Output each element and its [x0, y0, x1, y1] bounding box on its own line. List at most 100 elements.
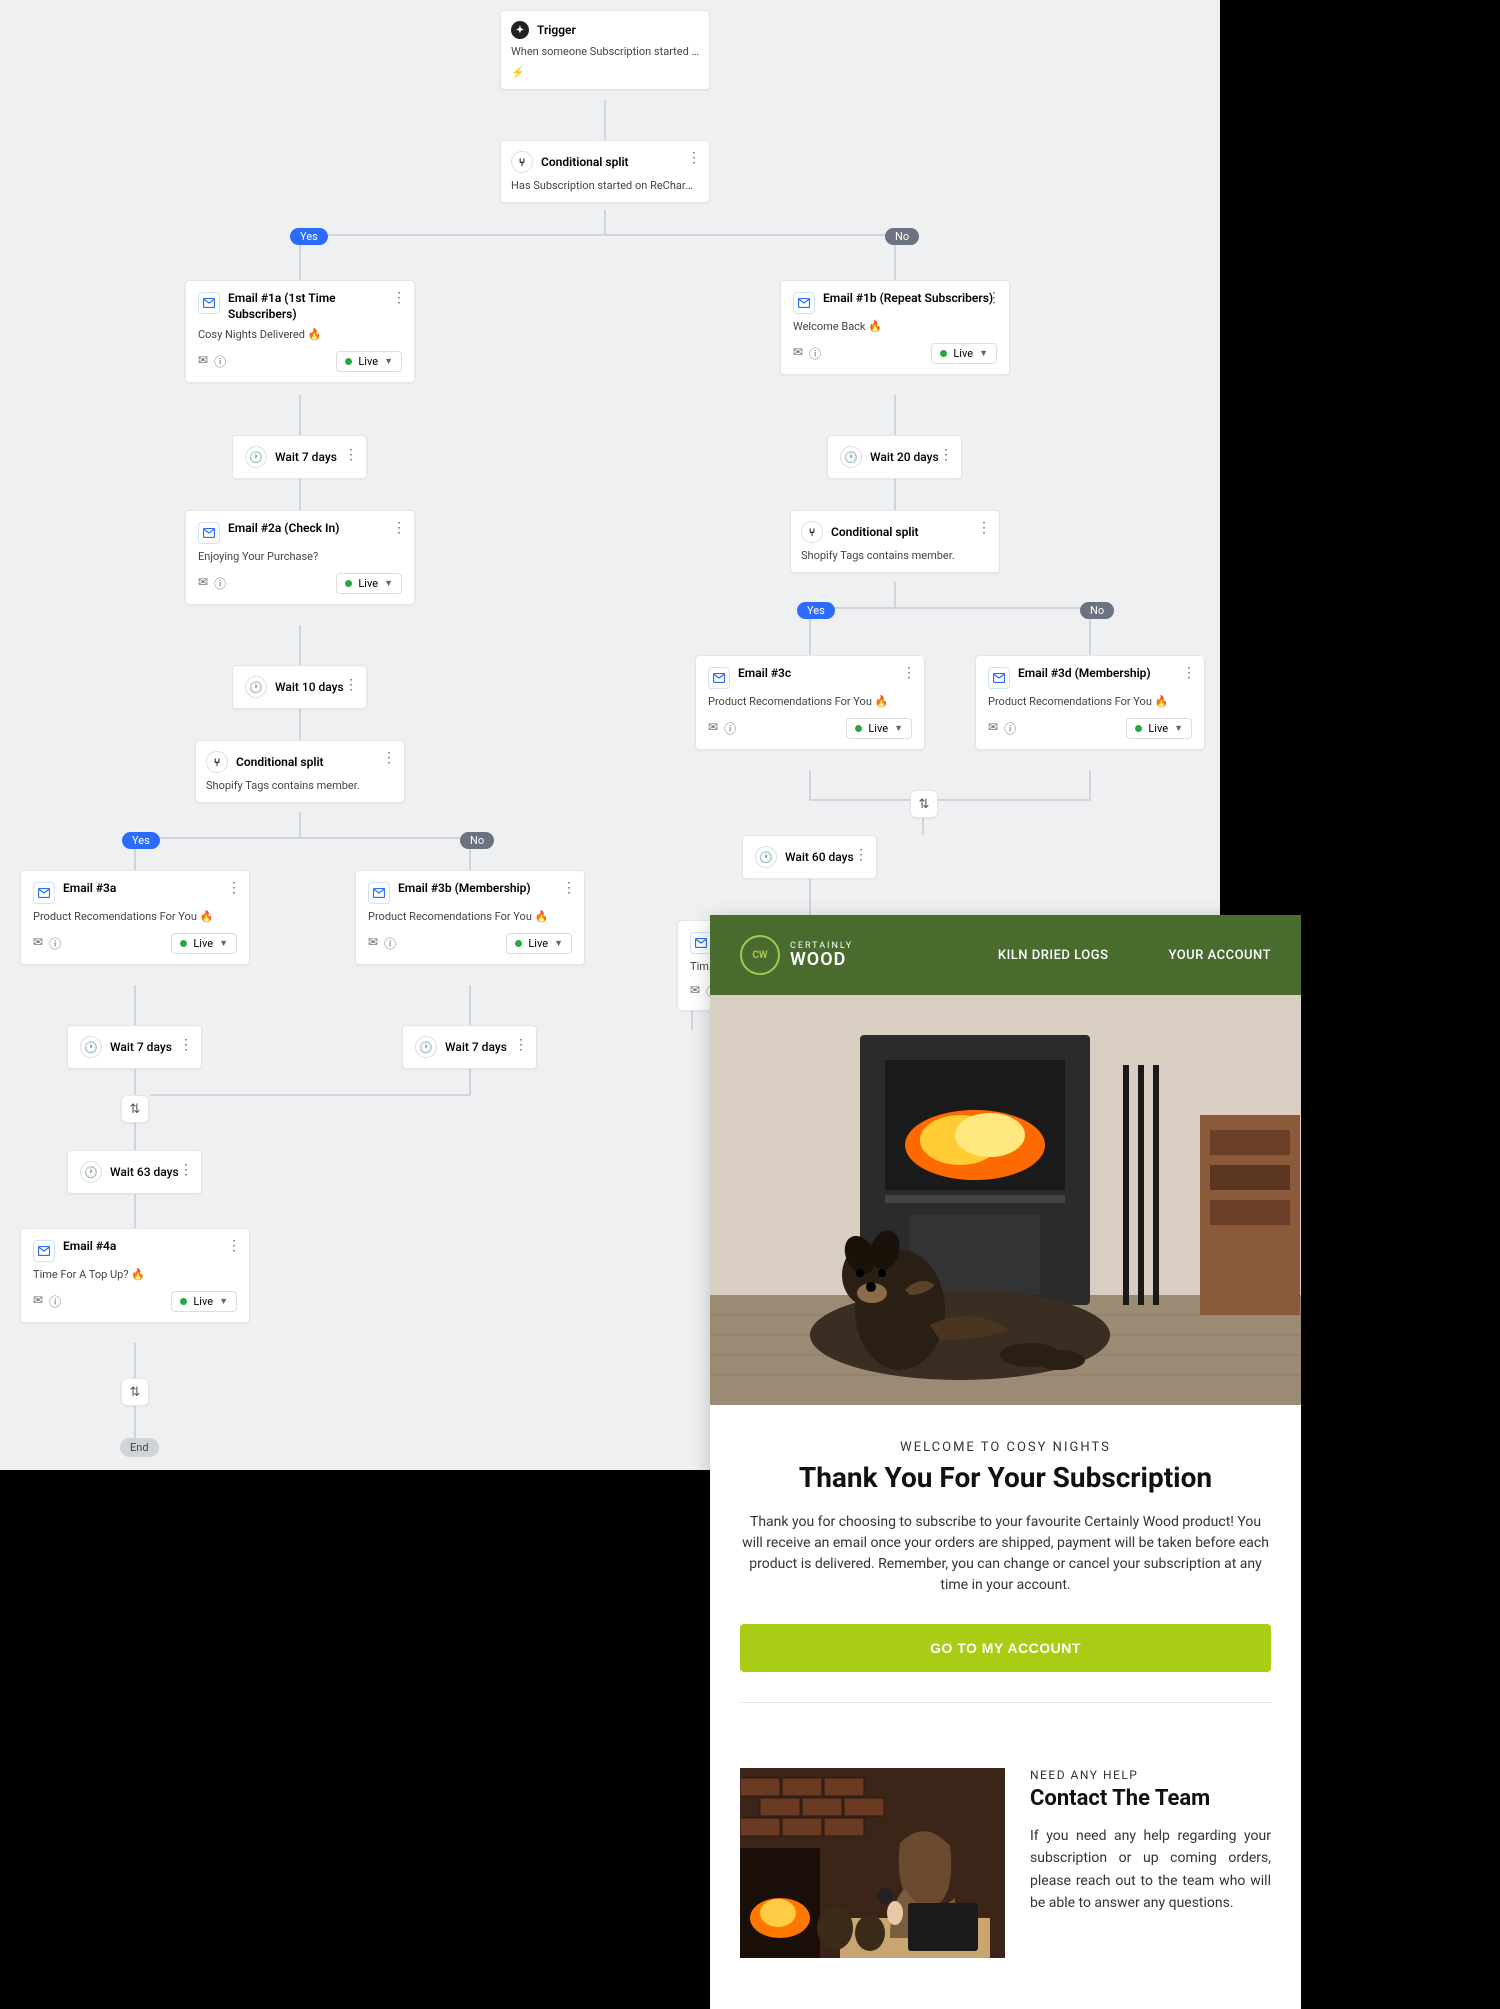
chevron-down-icon: ▼ [384, 356, 393, 367]
more-icon[interactable]: ⋮ [392, 521, 406, 535]
clock-icon: 🕐 [80, 1036, 102, 1058]
envelope-icon [33, 882, 55, 904]
brand-logo: CW CERTAINLY WOOD [740, 935, 853, 975]
help-headline: Contact The Team [1030, 1786, 1271, 1811]
wait-node-7-left[interactable]: 🕐 Wait 7 days ⋮ [232, 435, 367, 479]
email-header: CW CERTAINLY WOOD KILN DRIED LOGS YOUR A… [710, 915, 1301, 995]
welcome-eyebrow: WELCOME TO COSY NIGHTS [740, 1440, 1271, 1455]
email-title: Email #3d (Membership) [1018, 666, 1151, 682]
email-title: Email #1a (1st Time Subscribers) [228, 291, 402, 322]
more-icon[interactable]: ⋮ [392, 291, 406, 305]
help-section: NEED ANY HELP Contact The Team If you ne… [710, 1768, 1301, 1988]
more-icon[interactable]: ⋮ [687, 151, 701, 165]
clock-icon: 🕐 [840, 446, 862, 468]
more-icon[interactable]: ⋮ [562, 881, 576, 895]
headline: Thank You For Your Subscription [740, 1461, 1271, 1494]
email-node-3a[interactable]: Email #3a ⋮ Product Recomendations For Y… [20, 870, 250, 965]
trigger-title: Trigger [537, 23, 576, 37]
envelope-icon [368, 882, 390, 904]
status-pill[interactable]: Live▼ [506, 933, 572, 954]
envelope-icon [33, 1240, 55, 1262]
wait-label: Wait 7 days [110, 1040, 172, 1054]
status-pill[interactable]: Live▼ [336, 351, 402, 372]
more-icon[interactable]: ⋮ [179, 1163, 193, 1177]
chevron-down-icon: ▼ [219, 1296, 228, 1307]
more-icon[interactable]: ⋮ [227, 1239, 241, 1253]
chevron-down-icon: ▼ [894, 723, 903, 734]
envelope-icon [988, 667, 1010, 689]
more-icon[interactable]: ⋮ [382, 751, 396, 765]
email-node-3d[interactable]: Email #3d (Membership) ⋮ Product Recomen… [975, 655, 1205, 750]
email-node-1b[interactable]: Email #1b (Repeat Subscribers) ⋮ Welcome… [780, 280, 1010, 375]
status-pill[interactable]: Live▼ [931, 343, 997, 364]
envelope-icon [198, 292, 220, 314]
more-icon[interactable]: ⋮ [939, 448, 953, 462]
email-title: Email #4a [63, 1239, 116, 1255]
chevron-down-icon: ▼ [979, 348, 988, 359]
email-subject: Time For A Top Up? 🔥 [33, 1268, 237, 1281]
email-subject: Welcome Back 🔥 [793, 320, 997, 333]
email-node-2a[interactable]: Email #2a (Check In) ⋮ Enjoying Your Pur… [185, 510, 415, 605]
clock-icon: 🕐 [415, 1036, 437, 1058]
email-subject: Product Recomendations For You 🔥 [708, 695, 912, 708]
email-subject: Enjoying Your Purchase? [198, 550, 402, 563]
branch-icon: ⑂ [801, 521, 823, 543]
clock-icon: 🕐 [80, 1161, 102, 1183]
channel-icons: ✉ⓘ [33, 1293, 61, 1310]
more-icon[interactable]: ⋮ [854, 848, 868, 862]
merge-junction-bottom: ⇅ [121, 1378, 149, 1406]
more-icon[interactable]: ⋮ [179, 1038, 193, 1052]
more-icon[interactable]: ⋮ [344, 678, 358, 692]
channel-icons: ✉ⓘ [33, 935, 61, 952]
wait-node-10[interactable]: 🕐 Wait 10 days ⋮ [232, 665, 367, 709]
trigger-node[interactable]: ✦ Trigger When someone Subscription star… [500, 10, 710, 90]
wait-node-60[interactable]: 🕐 Wait 60 days ⋮ [742, 835, 877, 879]
more-icon[interactable]: ⋮ [344, 448, 358, 462]
more-icon[interactable]: ⋮ [227, 881, 241, 895]
nav-kiln-dried-logs[interactable]: KILN DRIED LOGS [998, 948, 1109, 963]
wait-label: Wait 10 days [275, 680, 344, 694]
email-node-1a[interactable]: Email #1a (1st Time Subscribers) ⋮ Cosy … [185, 280, 415, 383]
wait-node-7a[interactable]: 🕐 Wait 7 days ⋮ [67, 1025, 202, 1069]
nav-your-account[interactable]: YOUR ACCOUNT [1168, 948, 1271, 963]
cond-desc: Has Subscription started on ReCharge Is … [511, 179, 699, 192]
email-title: Email #3b (Membership) [398, 881, 531, 897]
status-pill[interactable]: Live▼ [846, 718, 912, 739]
email-node-3c[interactable]: Email #3c ⋮ Product Recomendations For Y… [695, 655, 925, 750]
cond-desc: Shopify Tags contains member. [206, 779, 394, 792]
more-icon[interactable]: ⋮ [987, 291, 1001, 305]
body-text: Thank you for choosing to subscribe to y… [740, 1512, 1271, 1596]
more-icon[interactable]: ⋮ [514, 1038, 528, 1052]
channel-icons: ✉ⓘ [368, 935, 396, 952]
email-subject: Product Recomendations For You 🔥 [988, 695, 1192, 708]
status-pill[interactable]: Live▼ [1126, 718, 1192, 739]
status-pill[interactable]: Live▼ [171, 1291, 237, 1312]
status-pill[interactable]: Live▼ [171, 933, 237, 954]
wait-node-7b[interactable]: 🕐 Wait 7 days ⋮ [402, 1025, 537, 1069]
go-to-account-button[interactable]: GO TO MY ACCOUNT [740, 1624, 1271, 1672]
conditional-split-1[interactable]: ⑂ Conditional split ⋮ Has Subscription s… [500, 140, 710, 203]
status-pill[interactable]: Live▼ [336, 573, 402, 594]
more-icon[interactable]: ⋮ [902, 666, 916, 680]
wait-node-63[interactable]: 🕐 Wait 63 days ⋮ [67, 1150, 202, 1194]
email-node-3b[interactable]: Email #3b (Membership) ⋮ Product Recomen… [355, 870, 585, 965]
email-subject: Product Recomendations For You 🔥 [33, 910, 237, 923]
wait-label: Wait 63 days [110, 1165, 179, 1179]
conditional-split-3[interactable]: ⑂ Conditional split ⋮ Shopify Tags conta… [790, 510, 1000, 573]
branch-icon: ⑂ [206, 751, 228, 773]
envelope-icon [708, 667, 730, 689]
help-eyebrow: NEED ANY HELP [1030, 1768, 1271, 1782]
chevron-down-icon: ▼ [554, 938, 563, 949]
branch-icon: ⑂ [511, 151, 533, 173]
help-image [740, 1768, 1005, 1958]
no-pill: No [460, 832, 494, 849]
channel-icons: ✉ⓘ [198, 575, 226, 592]
email-node-4a[interactable]: Email #4a ⋮ Time For A Top Up? 🔥 ✉ⓘ Live… [20, 1228, 250, 1323]
more-icon[interactable]: ⋮ [1182, 666, 1196, 680]
chevron-down-icon: ▼ [384, 578, 393, 589]
logo-bottom: WOOD [790, 951, 853, 969]
more-icon[interactable]: ⋮ [977, 521, 991, 535]
conditional-split-2[interactable]: ⑂ Conditional split ⋮ Shopify Tags conta… [195, 740, 405, 803]
wait-label: Wait 7 days [275, 450, 337, 464]
wait-node-20[interactable]: 🕐 Wait 20 days ⋮ [827, 435, 962, 479]
